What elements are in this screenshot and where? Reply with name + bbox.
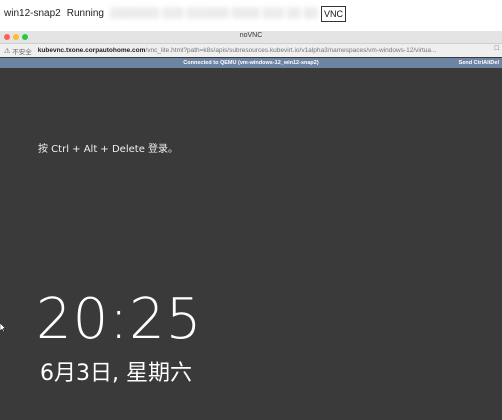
lock-screen-time: 20:25: [36, 287, 203, 352]
vnc-button[interactable]: VNC: [320, 5, 346, 22]
square-icon[interactable]: □: [494, 45, 499, 52]
url-host[interactable]: kubevnc.txone.corpautohome.com: [38, 47, 146, 54]
browser-window: noVNC ⚠ 不安全 kubevnc.txone.corpautohome.c…: [0, 31, 502, 420]
address-bar[interactable]: ⚠ 不安全 kubevnc.txone.corpautohome.com /vn…: [0, 44, 502, 57]
novnc-status-bar: Connected to QEMU (vm-windows-12_win12-s…: [0, 58, 502, 68]
lock-screen-date: 6月3日, 星期六: [40, 361, 192, 386]
browser-title-bar: noVNC: [0, 31, 502, 44]
url-path[interactable]: /vnc_lite.html?path=k8s/apis/subresource…: [145, 47, 436, 54]
login-hint: 按 Ctrl + Alt + Delete 登录。: [38, 144, 179, 155]
mouse-cursor-icon: [0, 323, 6, 332]
warning-icon[interactable]: ⚠: [4, 47, 10, 55]
remote-screen[interactable]: 按 Ctrl + Alt + Delete 登录。 20:25 6月3日, 星期…: [0, 68, 502, 420]
vm-name: win12-snap2: [4, 8, 61, 19]
vm-info-bar: win12-snap2 Running ▒▒▒▒▒▒▒ ▒▒▒ ▒▒▒▒▒▒ ▒…: [0, 0, 502, 27]
redacted-text: ▒▒▒▒▒▒▒ ▒▒▒ ▒▒▒▒▒▒ ▒▒▒▒ ▒▒▒ ▒▒ ▒▒: [109, 8, 318, 19]
window-title: noVNC: [239, 32, 263, 39]
insecure-label[interactable]: 不安全: [12, 46, 32, 56]
send-ctrl-alt-del-button[interactable]: Send CtrlAltDel: [459, 60, 499, 66]
vm-status: Running: [66, 8, 104, 19]
connection-status: Connected to QEMU (vm-windows-12_win12-s…: [183, 60, 319, 66]
